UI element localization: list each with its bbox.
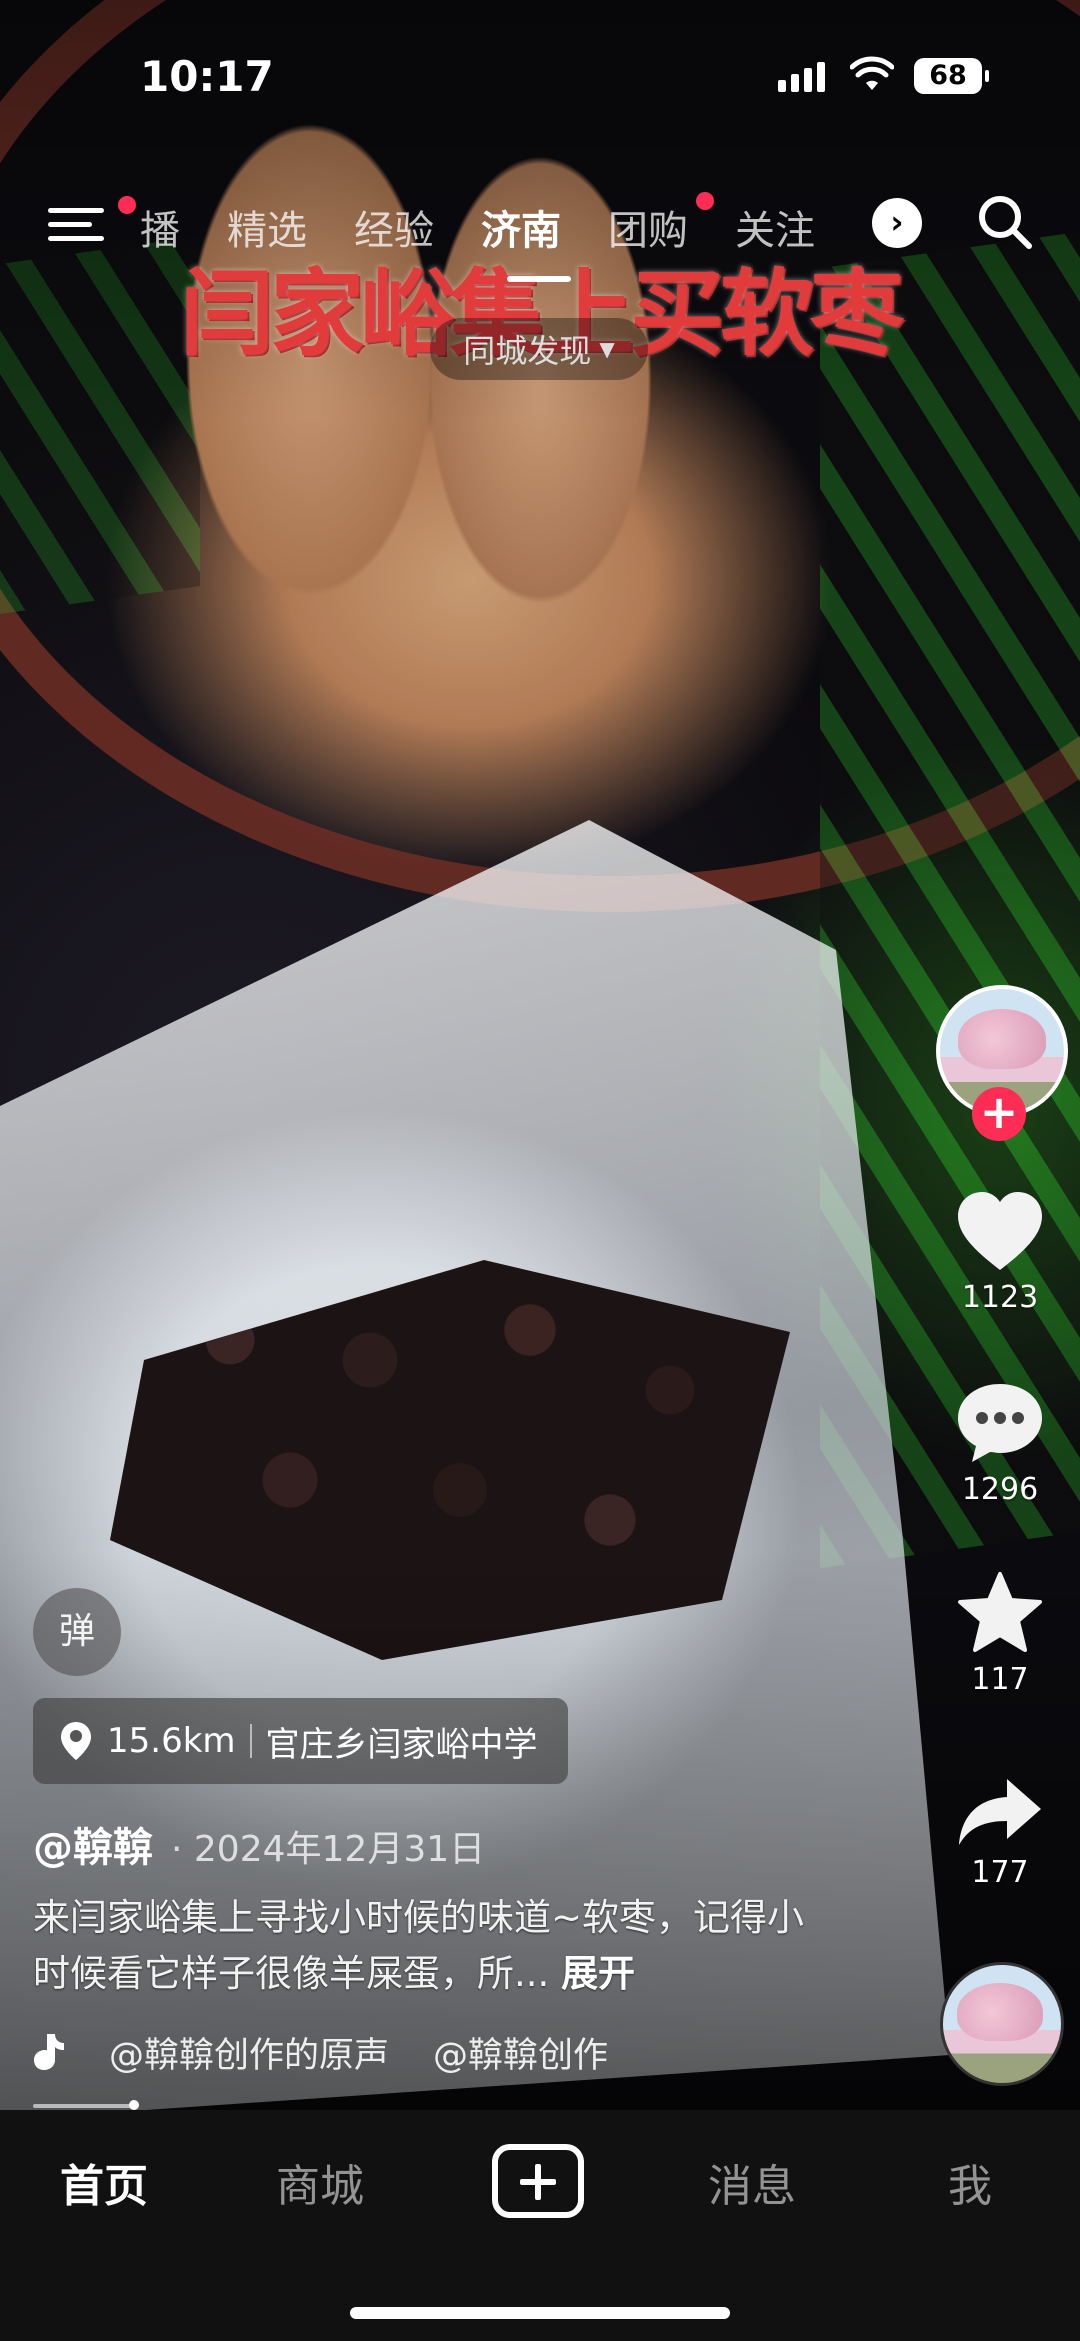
search-icon[interactable] [975, 192, 1035, 252]
home-indicator [350, 2307, 730, 2319]
group-buy-dot [696, 192, 714, 210]
music-disc[interactable] [940, 1962, 1064, 2086]
like-button[interactable]: 1123 [930, 1190, 1070, 1315]
tab-mall[interactable]: 商城 [276, 2150, 364, 2214]
music-row[interactable]: @鞥鞥创作的原声 @鞥鞥创作 [33, 2022, 673, 2082]
location-name: 官庄乡闫家峪中学 [265, 1724, 538, 1765]
location-distance: 15.6km [107, 1721, 236, 1761]
post-description[interactable]: 来闫家峪集上寻找小时候的味道~软枣，记得小时候看它样子很像羊屎蛋，所... 展开 [33, 1890, 813, 2002]
chevron-right-icon[interactable]: › [872, 198, 922, 248]
cellular-signal-icon [778, 62, 825, 92]
location-pin-icon [61, 1722, 91, 1760]
active-tab-underline [507, 276, 571, 282]
divider [249, 1724, 252, 1758]
tab-jinan[interactable]: 济南 [481, 198, 561, 256]
music-title-1: @鞥鞥创作的原声 [109, 2035, 390, 2076]
music-note-icon [34, 2034, 64, 2070]
tab-group-buy[interactable]: 团购 [608, 192, 714, 256]
video-frame[interactable] [0, 0, 1080, 2110]
plus-icon[interactable] [492, 2144, 584, 2218]
menu-icon[interactable] [48, 196, 136, 248]
tab-live[interactable]: 播 [140, 198, 180, 256]
favorite-button[interactable]: 117 [930, 1570, 1070, 1697]
star-icon [958, 1572, 1042, 1652]
notification-dot [118, 196, 136, 214]
follow-plus-icon[interactable]: + [972, 1087, 1026, 1141]
heart-icon [958, 1192, 1042, 1270]
tab-following[interactable]: 关注 [735, 198, 815, 256]
post-date: · 2024年12月31日 [171, 1829, 486, 1870]
nav-tabs: 播 精选 经验 济南 团购 关注 [140, 192, 815, 256]
share-button[interactable]: 177 [930, 1775, 1070, 1890]
tab-me[interactable]: 我 [948, 2150, 992, 2214]
share-count: 177 [971, 1855, 1029, 1890]
wifi-icon [850, 56, 894, 90]
like-count: 1123 [961, 1280, 1039, 1315]
tab-messages[interactable]: 消息 [708, 2150, 796, 2214]
location-tag[interactable]: 15.6km 官庄乡闫家峪中学 [33, 1698, 568, 1784]
top-nav: 播 精选 经验 济南 团购 关注 › [0, 190, 1080, 260]
share-icon [959, 1779, 1041, 1845]
status-time: 10:17 [140, 52, 274, 101]
danmu-toggle-button[interactable]: 弹 [33, 1588, 121, 1676]
author-name[interactable]: @鞥鞥 [33, 1815, 153, 1873]
comment-icon [958, 1384, 1042, 1462]
expand-button[interactable]: 展开 [561, 1952, 635, 1995]
comment-button[interactable]: 1296 [930, 1380, 1070, 1507]
battery-indicator: 68 [914, 58, 989, 94]
tab-experience[interactable]: 经验 [354, 198, 434, 256]
author-line: @鞥鞥 · 2024年12月31日 [33, 1815, 485, 1873]
status-bar: 10:17 68 [0, 0, 1080, 150]
tab-home[interactable]: 首页 [60, 2150, 148, 2214]
video-progress-bar[interactable] [33, 2100, 139, 2110]
tab-featured[interactable]: 精选 [227, 198, 307, 256]
caret-down-icon: ▼ [599, 337, 615, 361]
favorite-count: 117 [971, 1662, 1029, 1697]
comment-count: 1296 [961, 1472, 1039, 1507]
music-title-2: @鞥鞥创作 [433, 2035, 609, 2076]
city-filter-button[interactable]: 同城发现 ▼ [430, 318, 648, 380]
